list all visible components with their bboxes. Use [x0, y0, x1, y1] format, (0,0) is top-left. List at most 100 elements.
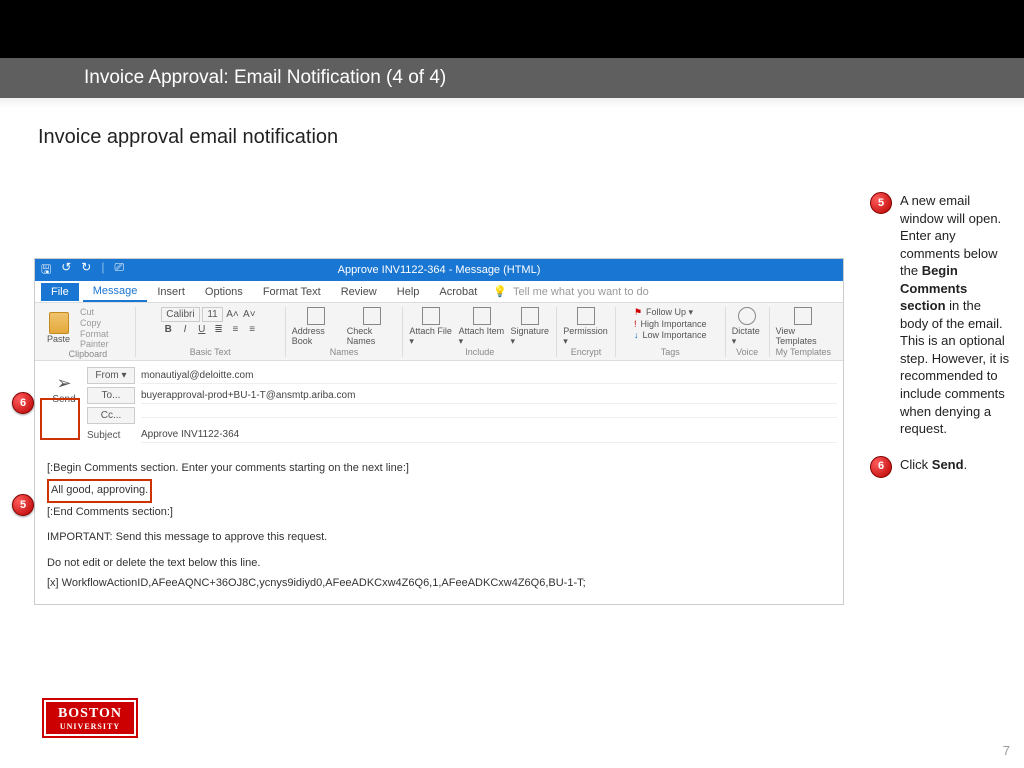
bullets-icon[interactable]: ≣ — [212, 324, 226, 335]
ribbon-tabs: File Message Insert Options Format Text … — [35, 281, 843, 303]
cut-button[interactable]: Cut — [80, 307, 129, 317]
ribbon: Paste Cut Copy Format Painter Clipboard … — [35, 303, 843, 361]
begin-comments-marker: [:Begin Comments section. Enter your com… — [47, 459, 831, 479]
end-comments-marker: [:End Comments section:] — [47, 503, 831, 523]
redo-icon[interactable]: ↻ — [81, 260, 91, 281]
follow-up-button[interactable]: ⚑Follow Up ▾ — [634, 307, 693, 318]
logo-line1: BOSTON — [58, 706, 122, 722]
group-clipboard: Paste Cut Copy Format Painter Clipboard — [41, 307, 136, 357]
group-templates: View Templates My Templates — [770, 307, 837, 357]
from-label[interactable]: From ▾ — [87, 367, 135, 384]
sidebar-badge-5: 5 — [870, 192, 892, 214]
attach-file-button[interactable]: Attach File ▾ — [409, 307, 452, 347]
slide-title-bar: Invoice Approval: Email Notification (4 … — [0, 58, 1024, 98]
underline-button[interactable]: U — [195, 324, 209, 335]
arrow-down-icon: ↓ — [634, 330, 639, 340]
check-names-label: Check Names — [347, 326, 397, 346]
cc-label[interactable]: Cc... — [87, 407, 135, 424]
step5-text: A new email window will open. Enter any … — [900, 192, 1010, 438]
high-importance-label: High Importance — [640, 319, 706, 329]
check-names-button[interactable]: Check Names — [347, 307, 397, 346]
email-body[interactable]: [:Begin Comments section. Enter your com… — [35, 449, 843, 604]
slide-title: Invoice Approval: Email Notification (4 … — [84, 67, 446, 89]
group-encrypt: Permission ▾ Encrypt — [557, 307, 615, 357]
attach-file-label: Attach File ▾ — [409, 326, 452, 347]
qat-separator: | — [101, 260, 104, 281]
send-icon[interactable]: ➢ — [56, 373, 71, 394]
tab-help[interactable]: Help — [387, 283, 430, 301]
to-label[interactable]: To... — [87, 387, 135, 404]
subject-label: Subject — [87, 428, 135, 443]
font-name-combo[interactable]: Calibri — [161, 307, 199, 322]
step6-part-b: . — [964, 457, 968, 472]
step6-part-a: Click — [900, 457, 932, 472]
slide-subtitle: Invoice approval email notification — [0, 108, 1024, 149]
tell-me-input[interactable]: Tell me what you want to do — [513, 286, 649, 298]
cc-value[interactable] — [141, 413, 837, 418]
attach-item-button[interactable]: Attach Item ▾ — [459, 307, 505, 347]
flag-icon: ⚑ — [634, 307, 642, 318]
signature-label: Signature ▾ — [510, 326, 550, 347]
to-value[interactable]: buyerapproval-prod+BU-1-T@ansmtp.ariba.c… — [141, 388, 837, 404]
font-size-combo[interactable]: 11 — [202, 307, 222, 322]
callout-badge-5: 5 — [12, 494, 34, 516]
paste-button[interactable]: Paste — [47, 312, 70, 344]
user-comment-highlight: All good, approving. — [47, 479, 152, 503]
step6-text: Click Send. — [900, 456, 967, 474]
save-icon[interactable]: 🖫 — [41, 260, 51, 281]
callout-box-send — [40, 398, 80, 440]
from-value: monautiyal@deloitte.com — [141, 368, 837, 384]
workflow-line: [x] WorkflowActionID,AFeeAQNC+36OJ8C,ycn… — [47, 574, 831, 594]
view-templates-button[interactable]: View Templates — [776, 307, 831, 346]
low-importance-label: Low Importance — [642, 330, 706, 340]
bold-button[interactable]: B — [161, 324, 175, 335]
callout-badge-6: 6 — [12, 392, 34, 414]
title-shadow — [0, 98, 1024, 108]
group-voice: Dictate ▾ Voice — [726, 307, 770, 357]
page-number: 7 — [1003, 743, 1010, 758]
dictate-button[interactable]: Dictate ▾ — [732, 307, 763, 347]
address-book-button[interactable]: Address Book — [292, 307, 341, 346]
logo-line2: UNIVERSITY — [60, 722, 120, 731]
important-line: IMPORTANT: Send this message to approve … — [47, 528, 831, 548]
undo-icon[interactable]: ↺ — [61, 260, 71, 281]
sidebar-badge-6: 6 — [870, 456, 892, 478]
touch-icon[interactable]: ⎚ — [114, 260, 124, 281]
tab-file[interactable]: File — [41, 283, 79, 301]
attach-item-label: Attach Item ▾ — [459, 326, 505, 347]
bulb-icon: 💡 — [493, 285, 507, 298]
signature-button[interactable]: Signature ▾ — [510, 307, 550, 347]
outlook-window: 🖫 ↺ ↻ | ⎚ Approve INV1122-364 - Message … — [34, 258, 844, 605]
tab-insert[interactable]: Insert — [147, 283, 195, 301]
high-importance-button[interactable]: !High Importance — [634, 319, 707, 329]
basic-text-group-label: Basic Text — [190, 347, 231, 357]
exclaim-icon: ! — [634, 319, 637, 329]
top-blackbar — [0, 0, 1024, 58]
paste-label: Paste — [47, 334, 70, 344]
numbering-icon[interactable]: ≡ — [228, 324, 242, 335]
permission-button[interactable]: Permission ▾ — [563, 307, 608, 347]
low-importance-button[interactable]: ↓Low Importance — [634, 330, 707, 340]
templates-group-label: My Templates — [776, 347, 831, 357]
group-tags: ⚑Follow Up ▾ !High Importance ↓Low Impor… — [616, 307, 726, 357]
step6-bold: Send — [932, 457, 964, 472]
tab-acrobat[interactable]: Acrobat — [429, 283, 487, 301]
tab-format-text[interactable]: Format Text — [253, 283, 331, 301]
dictate-label: Dictate ▾ — [732, 326, 763, 347]
group-basic-text: Calibri 11 A˄ A˅ B I U ≣ ≡ ≡ Basic Text — [136, 307, 286, 357]
tab-message[interactable]: Message — [83, 282, 148, 302]
align-icon[interactable]: ≡ — [245, 324, 259, 335]
tab-options[interactable]: Options — [195, 283, 253, 301]
address-book-label: Address Book — [292, 326, 341, 346]
instruction-sidebar: 5 A new email window will open. Enter an… — [870, 192, 1010, 496]
format-painter-button[interactable]: Format Painter — [80, 329, 129, 349]
names-group-label: Names — [330, 347, 359, 357]
subject-value[interactable]: Approve INV1122-364 — [141, 427, 837, 443]
group-include: Attach File ▾ Attach Item ▾ Signature ▾ … — [403, 307, 557, 357]
voice-group-label: Voice — [736, 347, 758, 357]
tab-review[interactable]: Review — [331, 283, 387, 301]
shrink-font-icon[interactable]: A˅ — [242, 309, 256, 320]
copy-button[interactable]: Copy — [80, 318, 129, 328]
grow-font-icon[interactable]: A˄ — [226, 309, 240, 320]
italic-button[interactable]: I — [178, 324, 192, 335]
